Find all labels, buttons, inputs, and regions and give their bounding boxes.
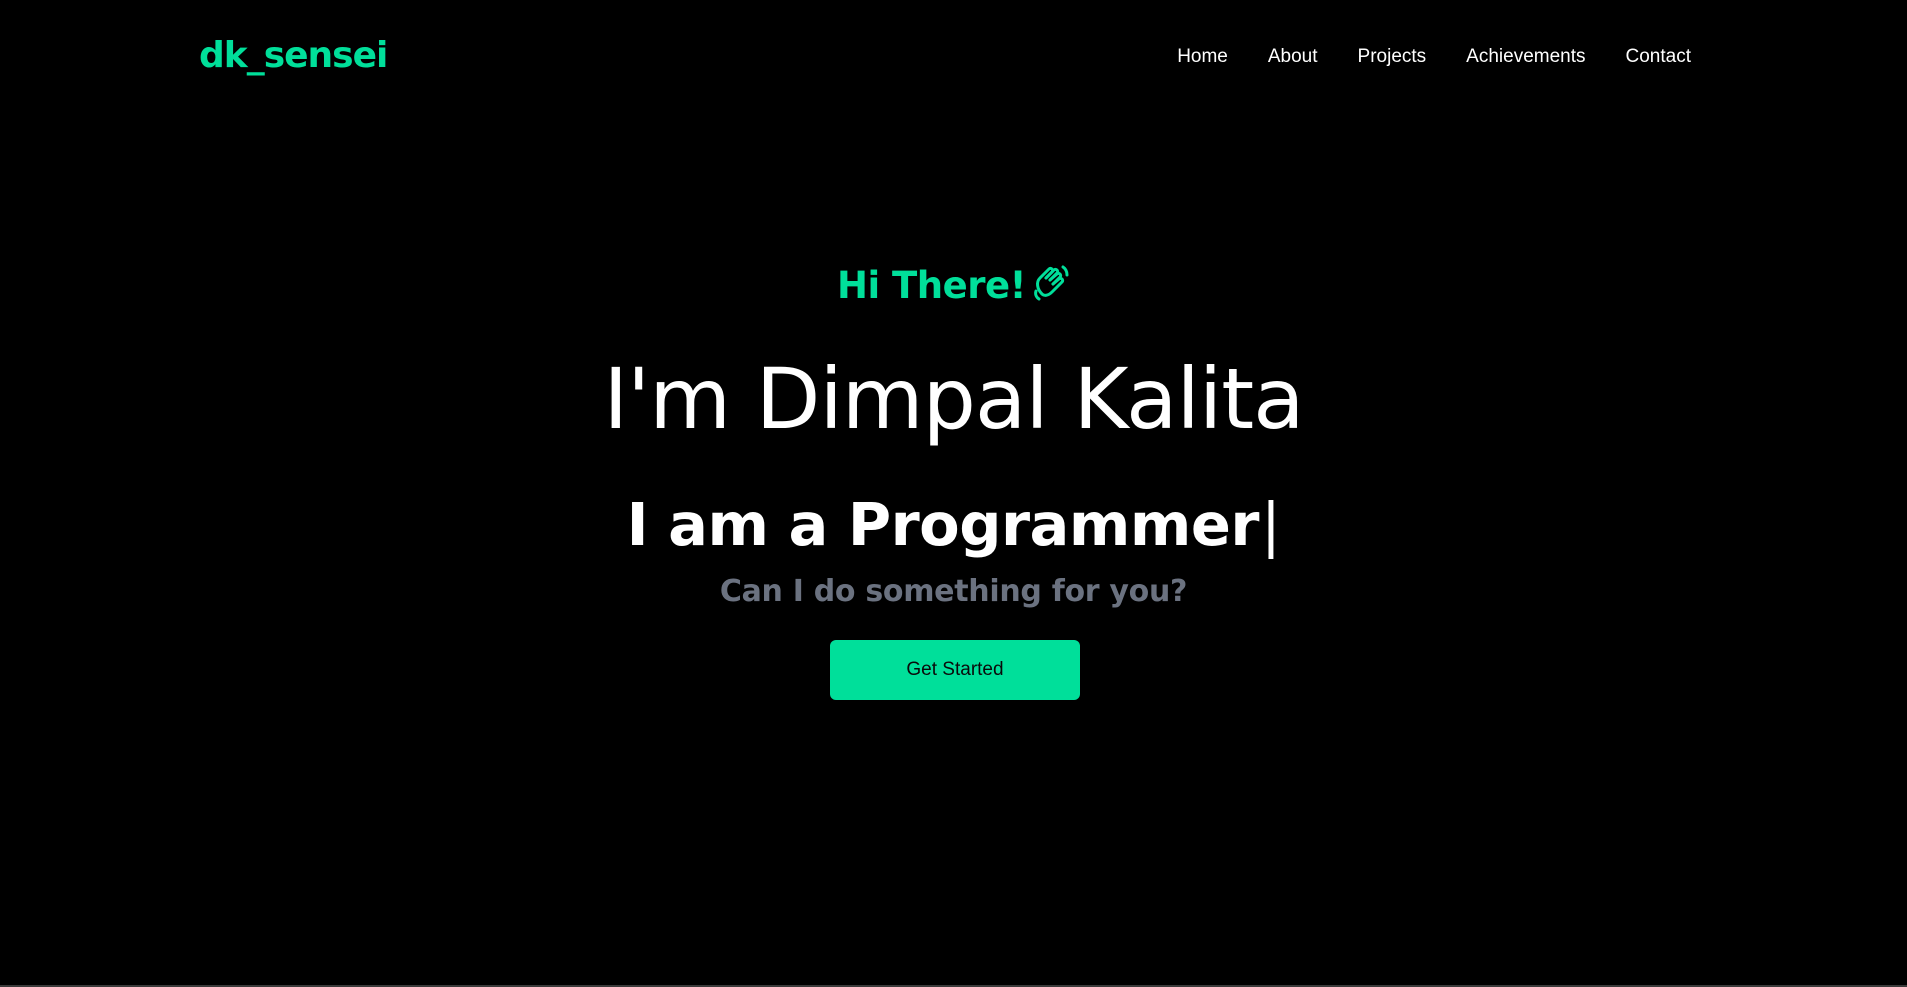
- hero-subtitle: Can I do something for you?: [719, 574, 1188, 609]
- typing-cursor: |: [1260, 490, 1281, 559]
- typing-prefix: I am a: [626, 490, 848, 559]
- nav-link-projects[interactable]: Projects: [1358, 43, 1427, 71]
- nav-link-home[interactable]: Home: [1177, 43, 1228, 71]
- typing-text-line: I am a Programmer|: [0, 490, 1907, 560]
- wave-hand-icon: [1032, 264, 1070, 302]
- hero-greeting: Hi There!: [0, 262, 1907, 310]
- get-started-button[interactable]: Get Started: [830, 640, 1080, 700]
- nav-link-achievements[interactable]: Achievements: [1466, 43, 1585, 71]
- greeting-text: Hi There!: [837, 264, 1026, 307]
- hero-name-heading: I'm Dimpal Kalita: [603, 350, 1304, 448]
- nav-links: Home About Projects Achievements Contact: [1177, 43, 1691, 71]
- navbar: dk_sensei Home About Projects Achievemen…: [0, 0, 1907, 115]
- nav-link-contact[interactable]: Contact: [1626, 43, 1691, 71]
- site-logo[interactable]: dk_sensei: [199, 34, 388, 78]
- typing-word: Programmer: [847, 490, 1260, 559]
- nav-link-about[interactable]: About: [1268, 43, 1318, 71]
